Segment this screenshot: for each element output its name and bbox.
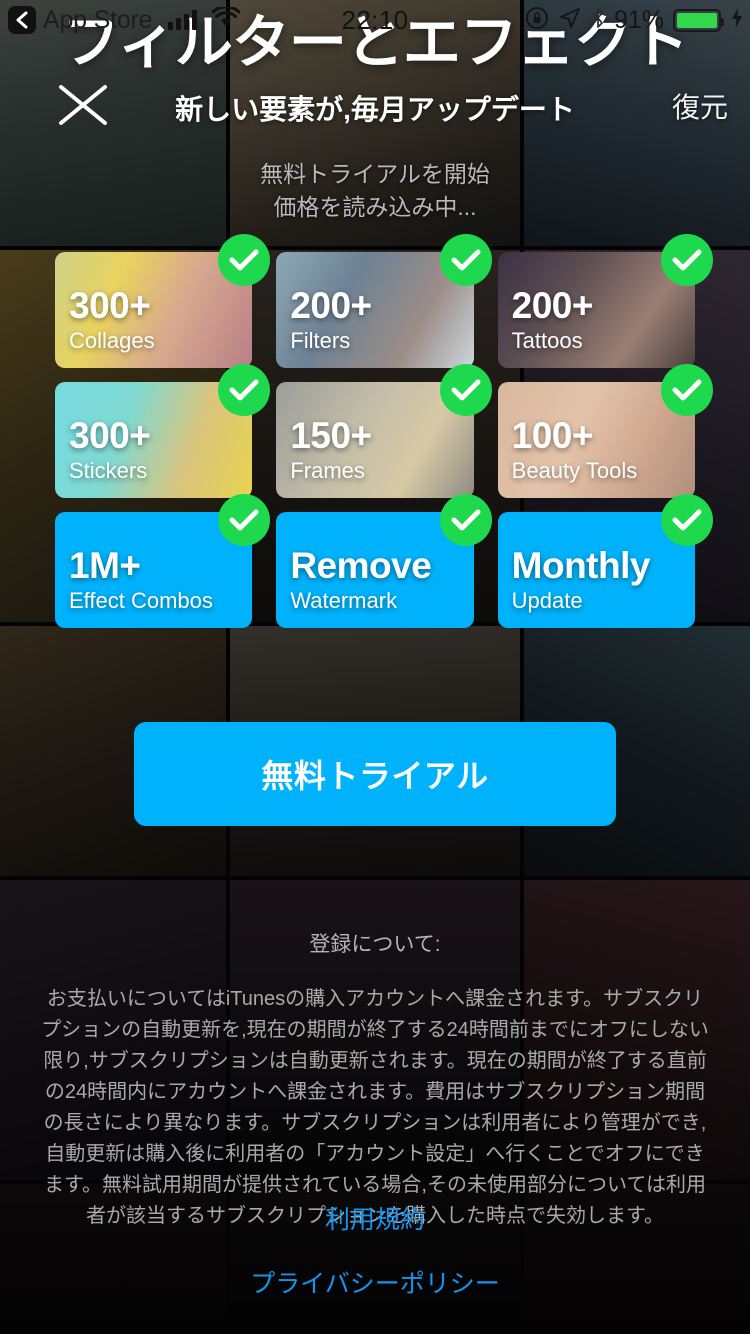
feature-card-text: 100+ Beauty Tools bbox=[512, 417, 638, 484]
feature-card-tattoos[interactable]: 200+ Tattoos bbox=[497, 234, 713, 368]
feature-card-text: 200+ Filters bbox=[290, 285, 372, 354]
subscription-terms-block: 登録について: お支払いについてはiTunesの購入アカウントへ課金されます。サ… bbox=[0, 928, 750, 1232]
close-icon[interactable] bbox=[55, 82, 111, 128]
feature-card-label: Frames bbox=[290, 457, 365, 483]
feature-card-filters[interactable]: 200+ Filters bbox=[276, 234, 492, 368]
price-status-block: 無料トライアルを開始 価格を読み込み中... bbox=[0, 158, 750, 223]
feature-card-label: Watermark bbox=[290, 587, 398, 613]
feature-card-collages[interactable]: 300+ Collages bbox=[55, 234, 271, 368]
check-icon bbox=[660, 494, 713, 546]
free-trial-button-label: 無料トライアル bbox=[261, 758, 489, 794]
feature-card-text: Monthly Update bbox=[511, 545, 651, 614]
check-icon bbox=[439, 494, 492, 546]
price-loading-label: 価格を読み込み中... bbox=[273, 193, 477, 220]
feature-card-label: Filters bbox=[290, 327, 351, 353]
feature-card-label: Update bbox=[511, 587, 583, 613]
privacy-policy-link[interactable]: プライバシーポリシー bbox=[0, 1264, 750, 1300]
check-icon bbox=[218, 234, 271, 286]
feature-card-text: 300+ Stickers bbox=[69, 415, 151, 484]
feature-card-stickers[interactable]: 300+ Stickers bbox=[55, 364, 271, 498]
feature-card-text: 1M+ Effect Combos bbox=[69, 547, 213, 614]
feature-card-label: Effect Combos bbox=[69, 587, 213, 613]
free-trial-button[interactable]: 無料トライアル bbox=[134, 722, 616, 826]
feature-card-row: 300+ Stickers 150+ Frames 100+ Beauty To… bbox=[55, 364, 713, 498]
check-icon bbox=[660, 234, 713, 286]
feature-card-value: 150+ bbox=[290, 415, 372, 457]
feature-card-value: 200+ bbox=[290, 285, 372, 327]
feature-card-beauty-tools[interactable]: 100+ Beauty Tools bbox=[497, 364, 713, 498]
check-icon bbox=[660, 364, 713, 416]
feature-card-label: Tattoos bbox=[511, 327, 583, 353]
restore-button[interactable]: 復元 bbox=[672, 86, 728, 126]
feature-card-label: Collages bbox=[69, 327, 155, 353]
status-bar-time: 22:10 bbox=[341, 4, 409, 35]
page-subtitle: 新しい要素が,毎月アップデート bbox=[175, 94, 575, 125]
subscription-terms-heading: 登録について: bbox=[309, 933, 441, 956]
check-icon bbox=[218, 494, 271, 546]
feature-card-grid: 300+ Collages 200+ Filters 200+ Tattoos bbox=[0, 234, 750, 642]
feature-card-row: 1M+ Effect Combos Remove Watermark Month… bbox=[55, 494, 713, 628]
feature-card-text: 150+ Frames bbox=[290, 415, 372, 484]
check-icon bbox=[218, 364, 271, 416]
check-icon bbox=[439, 364, 492, 416]
feature-card-value: 100+ bbox=[511, 415, 594, 457]
feature-card-effect-combos[interactable]: 1M+ Effect Combos bbox=[55, 494, 271, 628]
legal-links: 利用規約 プライバシーポリシー bbox=[0, 1200, 750, 1300]
feature-card-label: Beauty Tools bbox=[511, 457, 638, 483]
feature-card-monthly-update[interactable]: Monthly Update bbox=[497, 494, 713, 628]
status-bar: App Store 22:10 91% bbox=[0, 0, 750, 40]
feature-card-value: 200+ bbox=[511, 285, 594, 327]
feature-card-text: 300+ Collages bbox=[69, 287, 155, 354]
trial-start-label: 無料トライアルを開始 bbox=[260, 161, 490, 187]
feature-card-text: 200+ Tattoos bbox=[511, 285, 594, 354]
feature-card-row: 300+ Collages 200+ Filters 200+ Tattoos bbox=[55, 234, 713, 368]
feature-card-value: 300+ bbox=[69, 415, 151, 457]
feature-card-remove-watermark[interactable]: Remove Watermark bbox=[276, 494, 492, 628]
feature-card-frames[interactable]: 150+ Frames bbox=[276, 364, 492, 498]
feature-card-value: Remove bbox=[290, 545, 432, 587]
check-icon bbox=[439, 234, 492, 286]
feature-card-value: Monthly bbox=[511, 545, 651, 587]
feature-card-text: Remove Watermark bbox=[290, 547, 431, 614]
battery-icon bbox=[673, 8, 724, 32]
feature-card-label: Stickers bbox=[69, 457, 148, 483]
subscription-terms-text: お支払いについてはiTunesの購入アカウントへ課金されます。サブスクリプション… bbox=[41, 988, 709, 1227]
feature-card-value: 300+ bbox=[69, 285, 151, 327]
feature-card-value: 1M+ bbox=[69, 545, 141, 587]
terms-of-use-link[interactable]: 利用規約 bbox=[0, 1200, 750, 1236]
